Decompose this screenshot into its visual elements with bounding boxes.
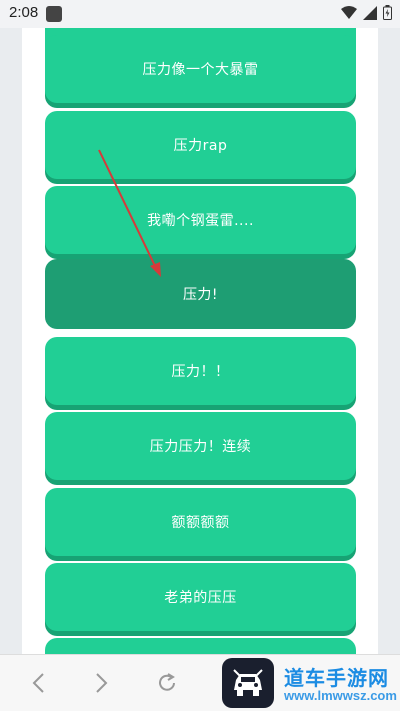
watermark-title: 道车手游网 <box>284 668 389 690</box>
wifi-icon <box>341 5 357 19</box>
content-page: 压力像一个大暴雷 压力rap 我嘞个钢蛋雷.... 压力! 压力！！ 压力压力！… <box>22 28 378 654</box>
sound-button-label: 额额额额 <box>171 515 230 531</box>
sound-button-9[interactable] <box>45 638 356 654</box>
watermark: 道车手游网 www.lmwwsz.com <box>222 656 400 710</box>
back-icon <box>32 673 44 693</box>
sound-button-label: 压力压力！连续 <box>149 439 252 455</box>
reload-icon <box>159 673 175 691</box>
sound-button-5[interactable]: 压力！！ <box>45 337 356 405</box>
sound-button-label: 压力！！ <box>171 364 230 380</box>
sound-button-1[interactable]: 压力像一个大暴雷 <box>45 35 356 103</box>
sound-button-label: 压力! <box>182 287 219 303</box>
status-bar: 2:08 <box>0 0 400 28</box>
watermark-logo <box>222 658 274 708</box>
signal-icon <box>363 5 377 20</box>
sound-button-4-pressed[interactable]: 压力! <box>45 259 356 329</box>
sound-button-2[interactable]: 压力rap <box>45 111 356 179</box>
sound-button-label: 压力rap <box>173 138 228 154</box>
sound-button-7[interactable]: 额额额额 <box>45 488 356 556</box>
app-notification-icon <box>46 6 62 22</box>
sound-button-label: 老弟的压压 <box>164 590 237 606</box>
back-button[interactable] <box>26 671 50 695</box>
status-time: 2:08 <box>9 4 39 21</box>
sound-button-8[interactable]: 老弟的压压 <box>45 563 356 631</box>
sound-button-label: 我嘞个钢蛋雷.... <box>147 213 254 229</box>
battery-icon <box>383 5 392 20</box>
forward-icon <box>96 673 108 693</box>
forward-button[interactable] <box>90 671 114 695</box>
sound-button-label: 压力像一个大暴雷 <box>142 62 259 78</box>
status-icons <box>341 5 392 20</box>
car-icon <box>233 669 263 696</box>
reload-button[interactable] <box>155 671 179 695</box>
watermark-url: www.lmwwsz.com <box>284 688 397 703</box>
sound-button-3[interactable]: 我嘞个钢蛋雷.... <box>45 186 356 254</box>
sound-button-6[interactable]: 压力压力！连续 <box>45 412 356 480</box>
